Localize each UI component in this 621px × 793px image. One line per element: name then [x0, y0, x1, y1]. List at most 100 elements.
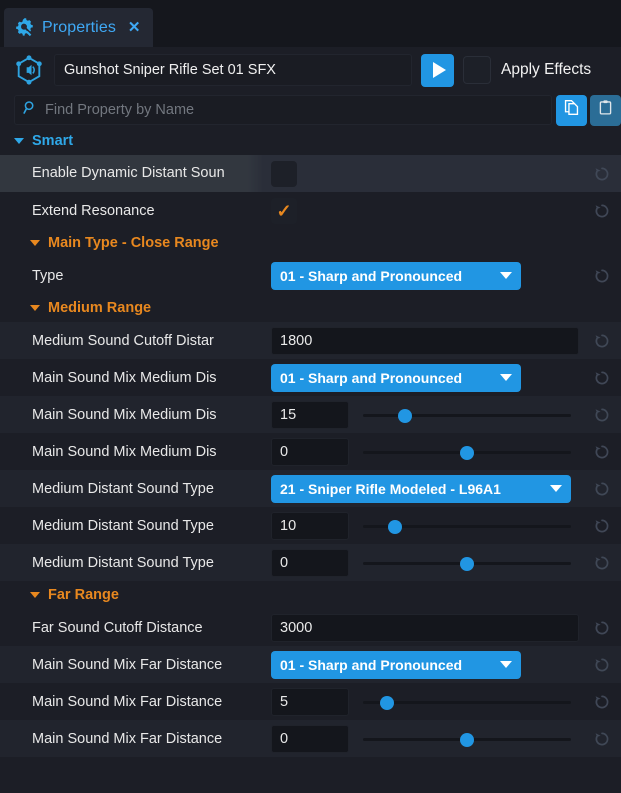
- property-row[interactable]: Extend Resonance ✓: [0, 192, 621, 229]
- reset-icon[interactable]: [593, 267, 611, 285]
- category-label: Main Type - Close Range: [48, 235, 219, 251]
- property-row[interactable]: Far Sound Cutoff Distance 3000: [0, 609, 621, 646]
- search-placeholder: Find Property by Name: [45, 102, 194, 118]
- category-main-type-close-range[interactable]: Main Type - Close Range: [0, 229, 621, 257]
- number-input[interactable]: 5: [271, 688, 349, 716]
- properties-panel: Properties ✕ Gunshot Sniper Rifle Set 01…: [0, 0, 621, 793]
- chevron-down-icon: [500, 272, 512, 279]
- asset-toolbar: Gunshot Sniper Rifle Set 01 SFX Apply Ef…: [0, 47, 621, 93]
- reset-icon[interactable]: [593, 730, 611, 748]
- tab-strip: Properties ✕: [0, 0, 621, 47]
- property-list[interactable]: Smart Enable Dynamic Distant Soun Extend…: [0, 127, 621, 767]
- dropdown[interactable]: 21 - Sniper Rifle Modeled - L96A1: [271, 475, 571, 503]
- reset-icon[interactable]: [593, 517, 611, 535]
- property-row[interactable]: Enable Dynamic Distant Soun: [0, 155, 621, 192]
- sound-asset-icon: [14, 55, 44, 85]
- property-value: 1800: [264, 322, 621, 359]
- asset-name-input[interactable]: Gunshot Sniper Rifle Set 01 SFX: [54, 54, 412, 86]
- property-row[interactable]: Main Sound Mix Far Distance 5: [0, 683, 621, 720]
- property-value: 10: [264, 507, 621, 544]
- slider[interactable]: [363, 512, 571, 540]
- property-label: Main Sound Mix Far Distance: [0, 731, 264, 747]
- checkbox[interactable]: ✓: [271, 198, 297, 224]
- slider[interactable]: [363, 549, 571, 577]
- category-label: Far Range: [48, 587, 119, 603]
- number-input[interactable]: 0: [271, 725, 349, 753]
- slider-knob[interactable]: [460, 446, 474, 460]
- number-input[interactable]: 0: [271, 549, 349, 577]
- paste-properties-button[interactable]: [590, 95, 621, 126]
- play-button[interactable]: [421, 54, 454, 87]
- close-icon[interactable]: ✕: [128, 20, 141, 35]
- slider[interactable]: [363, 438, 571, 466]
- property-row[interactable]: Medium Distant Sound Type 0: [0, 544, 621, 581]
- chevron-down-icon: [30, 592, 40, 598]
- property-row[interactable]: Main Sound Mix Medium Dis 01 - Sharp and…: [0, 359, 621, 396]
- category-far-range[interactable]: Far Range: [0, 581, 621, 609]
- category-label: Smart: [32, 133, 73, 149]
- property-row[interactable]: Medium Distant Sound Type 10: [0, 507, 621, 544]
- text-input[interactable]: 3000: [271, 614, 579, 642]
- number-input[interactable]: 0: [271, 438, 349, 466]
- reset-icon[interactable]: [593, 332, 611, 350]
- category-medium-range[interactable]: Medium Range: [0, 294, 621, 322]
- slider[interactable]: [363, 401, 571, 429]
- property-row[interactable]: Medium Sound Cutoff Distar 1800: [0, 322, 621, 359]
- copy-icon: [563, 99, 580, 121]
- reset-icon[interactable]: [593, 693, 611, 711]
- reset-icon[interactable]: [593, 369, 611, 387]
- dropdown-value: 01 - Sharp and Pronounced: [280, 657, 462, 673]
- category-smart[interactable]: Smart: [0, 127, 621, 155]
- reset-icon[interactable]: [593, 406, 611, 424]
- search-input[interactable]: Find Property by Name: [14, 95, 552, 125]
- apply-effects-checkbox[interactable]: [463, 56, 491, 84]
- dropdown-value: 01 - Sharp and Pronounced: [280, 268, 462, 284]
- number-input[interactable]: 10: [271, 512, 349, 540]
- dropdown[interactable]: 01 - Sharp and Pronounced: [271, 262, 521, 290]
- number-input[interactable]: 15: [271, 401, 349, 429]
- property-value: 01 - Sharp and Pronounced: [264, 646, 621, 683]
- reset-icon[interactable]: [593, 165, 611, 183]
- slider-track: [363, 701, 571, 704]
- reset-icon[interactable]: [593, 554, 611, 572]
- reset-icon[interactable]: [593, 480, 611, 498]
- reset-icon[interactable]: [593, 619, 611, 637]
- property-value: 01 - Sharp and Pronounced: [264, 359, 621, 396]
- number-input-value: 0: [280, 555, 288, 571]
- property-row[interactable]: Type 01 - Sharp and Pronounced: [0, 257, 621, 294]
- dropdown[interactable]: 01 - Sharp and Pronounced: [271, 364, 521, 392]
- copy-properties-button[interactable]: [556, 95, 587, 126]
- check-icon: ✓: [276, 202, 291, 220]
- slider-knob[interactable]: [398, 409, 412, 423]
- property-value: 0: [264, 720, 621, 757]
- slider[interactable]: [363, 688, 571, 716]
- slider-knob[interactable]: [388, 520, 402, 534]
- property-label: Main Sound Mix Far Distance: [0, 657, 264, 673]
- dropdown[interactable]: 01 - Sharp and Pronounced: [271, 651, 521, 679]
- property-row[interactable]: Main Sound Mix Medium Dis 15: [0, 396, 621, 433]
- property-value: 3000: [264, 609, 621, 646]
- property-row[interactable]: Main Sound Mix Medium Dis 0: [0, 433, 621, 470]
- property-value: ✓: [264, 192, 621, 229]
- reset-icon[interactable]: [593, 202, 611, 220]
- property-value: 15: [264, 396, 621, 433]
- number-input-value: 15: [280, 407, 296, 423]
- property-row[interactable]: Main Sound Mix Far Distance 01 - Sharp a…: [0, 646, 621, 683]
- slider-knob[interactable]: [460, 557, 474, 571]
- tab-properties[interactable]: Properties ✕: [4, 8, 153, 47]
- property-value: [264, 155, 621, 192]
- slider-knob[interactable]: [380, 696, 394, 710]
- checkbox[interactable]: [271, 161, 297, 187]
- property-row[interactable]: Main Sound Mix Far Distance 0: [0, 720, 621, 757]
- reset-icon[interactable]: [593, 656, 611, 674]
- property-row[interactable]: Medium Distant Sound Type 21 - Sniper Ri…: [0, 470, 621, 507]
- slider-knob[interactable]: [460, 733, 474, 747]
- property-label: Medium Distant Sound Type: [0, 481, 264, 497]
- chevron-down-icon: [500, 661, 512, 668]
- paste-icon: [597, 99, 614, 121]
- property-label: Type: [0, 268, 264, 284]
- text-input[interactable]: 1800: [271, 327, 579, 355]
- text-input-value: 3000: [280, 620, 312, 636]
- slider[interactable]: [363, 725, 571, 753]
- reset-icon[interactable]: [593, 443, 611, 461]
